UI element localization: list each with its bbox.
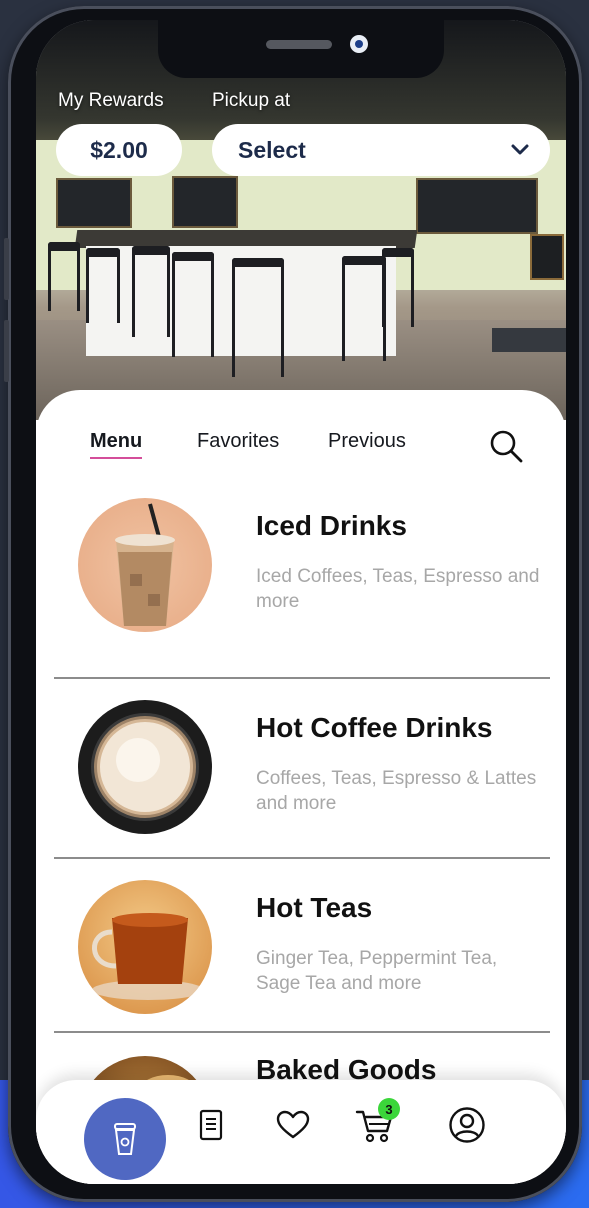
category-title: Hot Teas xyxy=(256,892,373,923)
tea-cup-image xyxy=(78,880,212,1014)
cup-icon xyxy=(114,1123,136,1155)
speaker-grille xyxy=(266,40,332,49)
camera-notch xyxy=(158,20,444,78)
category-description: Coffees, Teas, Espresso & Lattes and mor… xyxy=(256,768,537,814)
cart-count-badge: 3 xyxy=(378,1098,400,1120)
front-camera xyxy=(350,35,368,53)
nav-order-button[interactable] xyxy=(84,1098,166,1180)
heart-icon xyxy=(276,1110,310,1139)
menu-sheet: Menu Favorites Previous Iced Drinks Iced… xyxy=(36,390,566,1184)
pickup-location-value: Select xyxy=(238,136,306,163)
chevron-down-icon xyxy=(511,144,529,155)
tab-previous[interactable]: Previous xyxy=(328,430,406,453)
nav-receipt-button[interactable] xyxy=(190,1104,232,1146)
pickup-label: Pickup at xyxy=(212,90,291,111)
cafe-hero-image xyxy=(36,20,566,420)
rewards-balance-value: $2.00 xyxy=(90,136,148,163)
divider xyxy=(54,857,550,859)
bottom-nav-bar: 3 xyxy=(36,1080,566,1184)
search-icon[interactable] xyxy=(488,428,524,464)
pickup-location-select[interactable]: Select xyxy=(212,124,550,176)
iced-coffee-image xyxy=(78,498,212,632)
latte-cup-image xyxy=(78,700,212,834)
nav-profile-button[interactable] xyxy=(446,1104,488,1146)
category-description: Iced Coffees, Teas, Espresso and more xyxy=(256,566,540,612)
rewards-balance-pill[interactable]: $2.00 xyxy=(56,124,182,176)
receipt-icon xyxy=(199,1109,223,1141)
app-screen: My Rewards Pickup at $2.00 Select Menu F… xyxy=(36,20,566,1184)
category-title: Hot Coffee Drinks xyxy=(256,712,493,743)
profile-icon xyxy=(449,1107,485,1143)
tab-favorites[interactable]: Favorites xyxy=(197,430,279,453)
tab-menu[interactable]: Menu xyxy=(90,430,143,459)
category-title: Iced Drinks xyxy=(256,510,407,541)
nav-cart-button[interactable]: 3 xyxy=(354,1098,400,1146)
category-description: Ginger Tea, Peppermint Tea, Sage Tea and… xyxy=(256,948,498,994)
phone-side-button xyxy=(4,320,9,382)
divider xyxy=(54,677,550,679)
nav-favorites-button[interactable] xyxy=(272,1104,314,1146)
rewards-label: My Rewards xyxy=(58,90,164,111)
divider xyxy=(54,1031,550,1033)
phone-side-button xyxy=(4,238,9,300)
